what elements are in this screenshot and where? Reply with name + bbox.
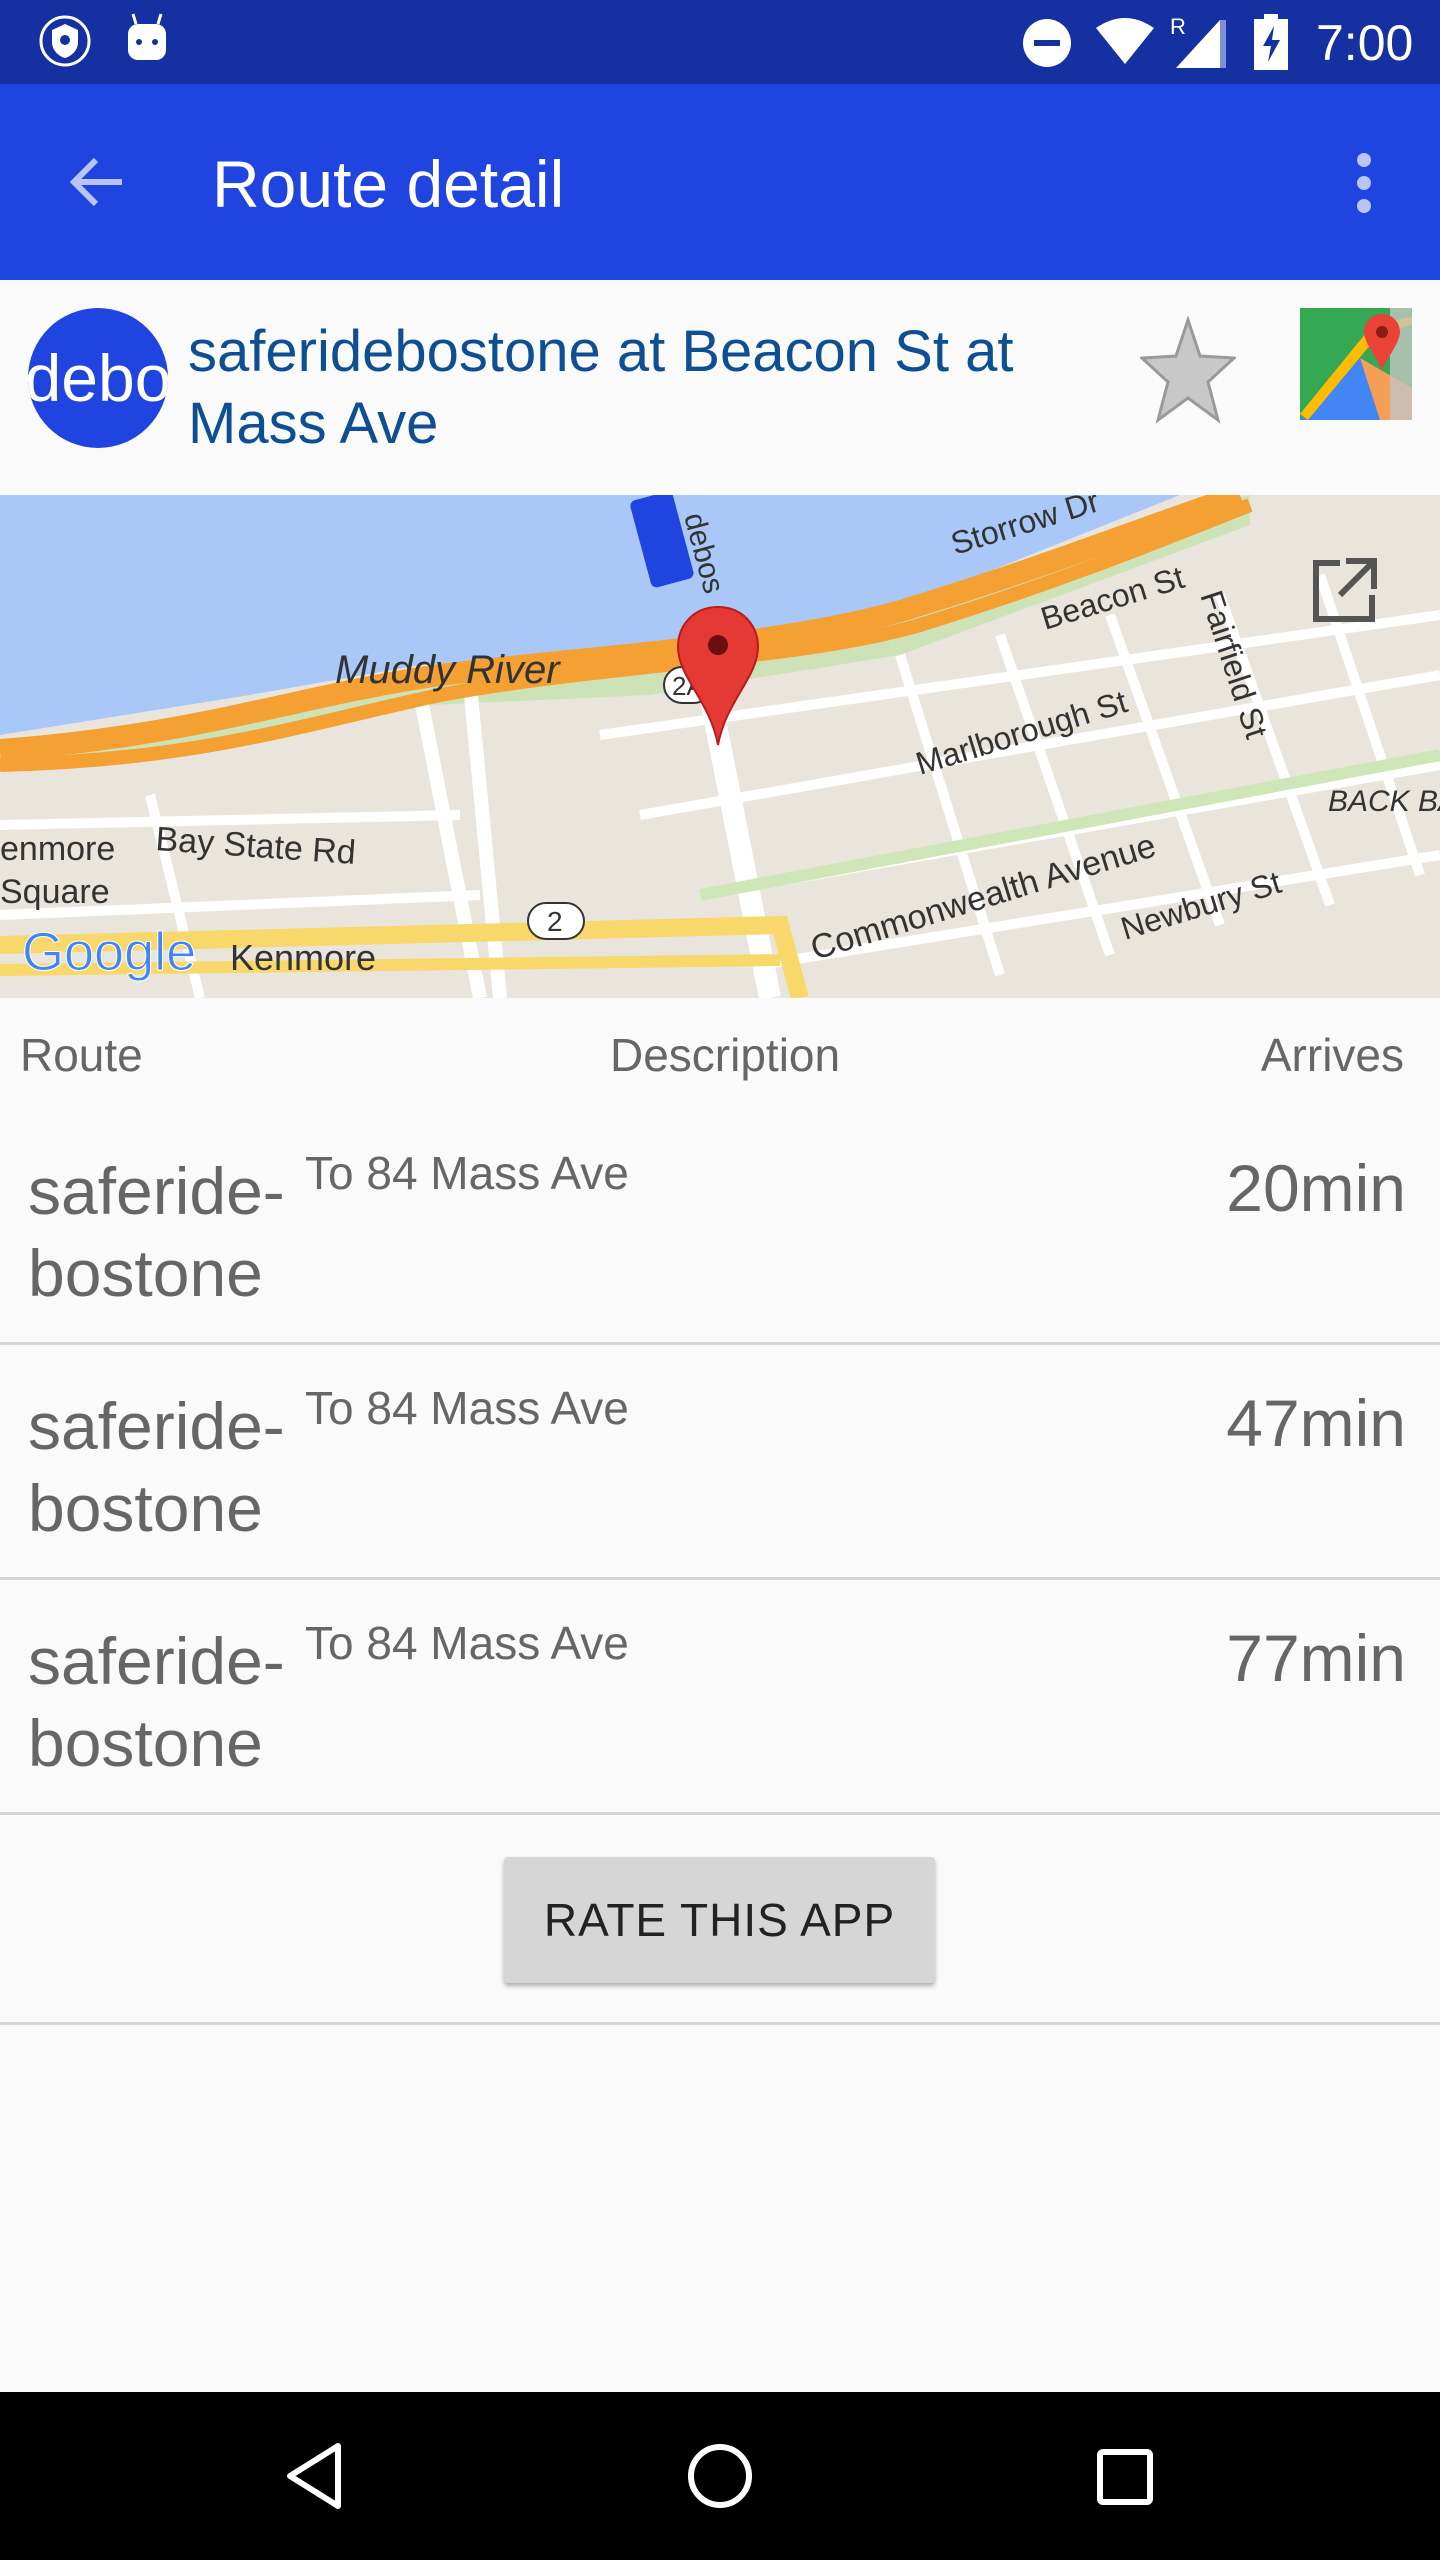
rate-section: RATE THIS APP — [0, 1815, 1440, 2025]
map-label-bay-state: Bay State Rd — [154, 820, 357, 872]
wifi-icon — [1096, 18, 1154, 64]
route-description: To 84 Mass Ave — [305, 1147, 629, 1199]
rate-app-button[interactable]: RATE THIS APP — [504, 1857, 935, 1983]
arrivals-header: Route Description Arrives — [0, 998, 1440, 1110]
page-title: Route detail — [212, 147, 565, 221]
arrival-row[interactable]: saferide-bostone To 84 Mass Ave 77min — [0, 1580, 1440, 1815]
signal-roaming-icon — [1176, 20, 1226, 68]
route-description: To 84 Mass Ave — [305, 1382, 629, 1434]
route-name: saferide-bostone — [28, 1624, 285, 1780]
map-label-muddy-river: Muddy River — [335, 648, 561, 692]
map-canvas: debos Storrow Dr Beacon St Fairfield St … — [0, 495, 1440, 998]
google-logo: Google — [22, 922, 196, 982]
android-icon — [128, 13, 166, 60]
battery-charging-icon — [1254, 14, 1288, 70]
route-description: To 84 Mass Ave — [305, 1617, 629, 1669]
map-label-back-bay: BACK BA — [1328, 785, 1440, 818]
arrow-back-icon[interactable] — [66, 150, 130, 214]
column-description: Description — [610, 1029, 841, 1081]
recents-square-icon[interactable] — [1096, 2448, 1154, 2506]
arrival-row[interactable]: saferide-bostone To 84 Mass Ave 20min — [0, 1110, 1440, 1345]
back-triangle-icon[interactable] — [284, 2442, 344, 2510]
column-route: Route — [20, 1029, 143, 1081]
map-view[interactable]: debos Storrow Dr Beacon St Fairfield St … — [0, 495, 1440, 998]
vpn-shield-icon — [39, 15, 91, 67]
home-circle-icon[interactable] — [686, 2442, 754, 2510]
arrival-time: 20min — [1226, 1151, 1406, 1225]
route-name: saferide-bostone — [28, 1154, 285, 1310]
map-label-kenmore-square-1: enmore — [0, 830, 115, 868]
arrival-time: 47min — [1226, 1386, 1406, 1460]
stop-name: saferidebostone at Beacon St at Mass Ave — [188, 319, 1014, 456]
stop-header: debo saferidebostone at Beacon St at Mas… — [0, 280, 1440, 495]
google-maps-icon[interactable] — [1300, 308, 1412, 420]
map-label-kenmore: Kenmore — [230, 937, 376, 978]
route-name: saferide-bostone — [28, 1389, 285, 1545]
arrival-row[interactable]: saferide-bostone To 84 Mass Ave 47min — [0, 1345, 1440, 1580]
map-label-kenmore-square-2: Square — [0, 873, 110, 911]
navigation-bar — [0, 2392, 1440, 2560]
status-bar: R 7:00 — [0, 0, 1440, 84]
star-icon[interactable] — [1140, 316, 1236, 426]
more-vert-icon[interactable] — [1346, 150, 1382, 216]
column-arrives: Arrives — [1260, 1029, 1404, 1081]
do-not-disturb-icon — [1023, 19, 1071, 67]
arrival-time: 77min — [1226, 1621, 1406, 1695]
clock: 7:00 — [1316, 15, 1414, 71]
avatar: debo — [28, 308, 168, 448]
map-route-2-shield: 2 — [547, 906, 563, 937]
app-bar: Route detail — [0, 84, 1440, 280]
